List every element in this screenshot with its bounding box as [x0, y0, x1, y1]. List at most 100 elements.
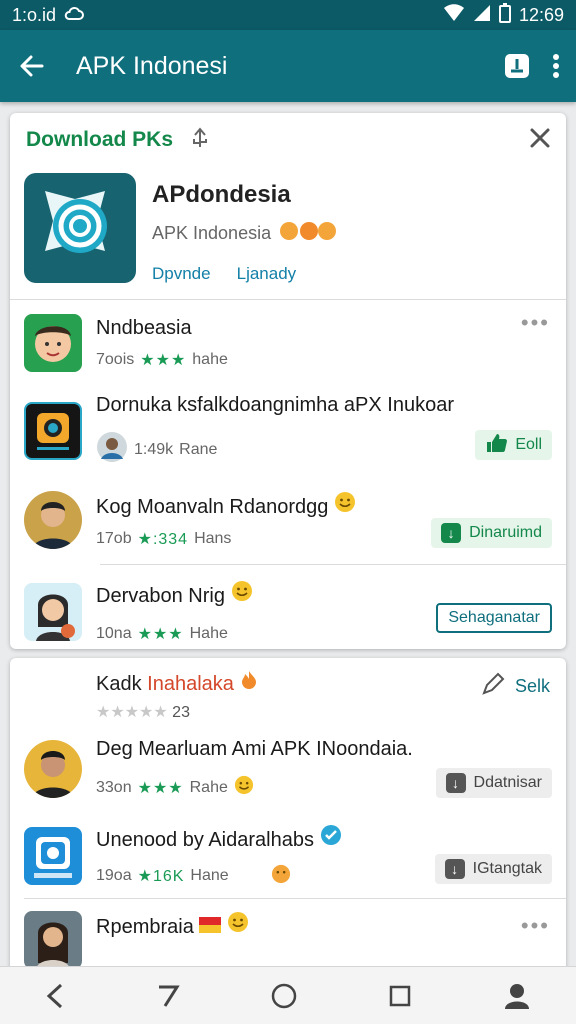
app-developer: APK Indonesia — [152, 223, 272, 243]
download-header: Download PKs — [10, 113, 566, 167]
list-item[interactable]: Kog Moanvaln Rdanordgg 17ob ★:334 Hans ↓… — [10, 476, 566, 564]
person-avatar-icon — [24, 911, 82, 969]
signal-icon — [473, 4, 491, 27]
list-item-action-button[interactable]: ↓ IGtangtak — [434, 854, 552, 884]
list-item-meta: 7oois — [96, 350, 135, 368]
download-icon: ↓ — [441, 523, 462, 543]
status-time: 12:69 — [518, 4, 564, 25]
download-icon: ↓ — [444, 859, 465, 879]
smile-emoji-icon — [227, 912, 249, 938]
more-options-icon[interactable]: ••• — [521, 310, 550, 336]
app-link-1[interactable]: Dpvnde — [152, 264, 211, 284]
share-icon[interactable] — [502, 51, 532, 81]
app-link-2[interactable]: Ljanady — [237, 264, 297, 284]
list-item-action-label: Eoll — [515, 436, 542, 453]
more-options-icon[interactable]: ••• — [521, 913, 550, 939]
list-item-title: Kog Moanvaln Rdanordgg — [96, 491, 356, 519]
app-logo-icon — [24, 173, 136, 283]
download-icon: ↓ — [445, 773, 466, 793]
star-rating-icon: ★16K — [137, 868, 185, 885]
list-item[interactable]: Deg Mearluam Ami APK INoondaia. 33on ★★★… — [10, 724, 566, 814]
list-item-meta: 1:49k — [134, 440, 174, 458]
nav-home-icon[interactable] — [270, 982, 298, 1010]
list-item[interactable]: Dervabon Nrig 10na ★★★ Hahe Sehaganatar — [10, 565, 566, 649]
star-rating-icon: ★★★ — [137, 779, 184, 797]
status-bar: 1:o.id 12:69 — [0, 0, 576, 30]
list-item-action-label: IGtangtak — [472, 860, 542, 877]
star-rating-icon: ★★★ — [137, 626, 184, 643]
wifi-icon — [443, 3, 465, 27]
page-title: APK Indonesi — [76, 51, 228, 80]
flame-icon — [239, 671, 259, 695]
section-title-part2: Inahalaka — [147, 673, 234, 695]
nav-seven-icon[interactable] — [156, 984, 180, 1008]
nav-back-icon[interactable] — [45, 983, 65, 1009]
list-item-tag: Hane — [190, 867, 229, 884]
usb-icon — [189, 126, 211, 154]
list-item-meta: 19oa — [96, 867, 132, 884]
flag-icon — [199, 916, 227, 938]
verified-badge-icon — [320, 824, 342, 851]
app-bar: APK Indonesi — [0, 30, 576, 102]
edit-label: Selk — [514, 676, 550, 696]
list-item-title: Rpembraia — [96, 911, 249, 939]
overflow-menu-icon[interactable] — [552, 53, 560, 79]
person-avatar-icon — [24, 740, 82, 798]
app-name: APdondesia — [152, 181, 291, 208]
section-rating-count: 23 — [172, 704, 190, 721]
list-item-tag: Hahe — [189, 625, 228, 642]
list-item-tag: Rane — [179, 440, 218, 458]
star-rating-icon: ★★★ — [140, 351, 187, 369]
list-item-title: Dervabon Nrig — [96, 580, 253, 608]
battery-icon — [498, 2, 511, 28]
back-arrow-icon[interactable] — [0, 30, 64, 102]
section-rating-stars: ★★★★★ — [96, 704, 168, 721]
list-item-title-text: Unenood by Aidaralhabs — [96, 828, 314, 851]
emoji-icon — [279, 221, 337, 246]
list-item-tag: hahe — [192, 350, 228, 368]
app-thumb-icon — [24, 402, 82, 460]
list-item-title-text: Kog Moanvaln Rdanordgg — [96, 496, 329, 518]
section-title-part1: Kadk — [96, 673, 142, 695]
list-item-meta: 33on — [96, 778, 132, 796]
person-avatar-icon — [24, 491, 82, 549]
list-item-title: Nndbeasia — [96, 316, 192, 339]
list-item[interactable]: Unenood by Aidaralhabs 19oa ★16K Hane ↓ … — [10, 814, 566, 898]
emoji-icon — [271, 864, 291, 889]
download-title: Download PKs — [26, 128, 174, 151]
list-item-title-text: Rpembraia — [96, 916, 194, 938]
cartoon-avatar-icon — [24, 583, 82, 641]
star-rating-icon: ★:334 — [137, 531, 189, 548]
list-item-meta: 10na — [96, 625, 132, 642]
small-avatar-icon — [96, 431, 128, 468]
list-item-action-button[interactable]: ↓ Dinaruimd — [431, 518, 552, 548]
list-item-title: Unenood by Aidaralhabs — [96, 824, 342, 852]
list-item-action-button[interactable]: Eoll — [475, 430, 552, 460]
pencil-icon — [481, 672, 505, 701]
list-item-title: Deg Mearluam Ami APK INoondaia. — [96, 738, 413, 760]
list-item-title: Dornuka ksfalkdoangnimha aPX Inukoar — [96, 394, 454, 416]
status-left-text: 1:o.id — [12, 4, 57, 25]
cloud-icon — [64, 5, 85, 26]
system-nav-bar — [0, 966, 576, 1024]
section-header: Kadk Inahalaka ★★★★★ 23 Selk — [10, 658, 566, 724]
list-item[interactable]: Nndbeasia 7oois ★★★ hahe ••• — [10, 300, 566, 386]
smile-emoji-icon — [231, 581, 253, 607]
thumbs-up-icon — [485, 433, 508, 458]
nav-recents-icon[interactable] — [388, 984, 412, 1008]
smile-emoji-icon — [334, 492, 356, 518]
list-item-action-label: Ddatnisar — [473, 774, 542, 791]
apps-section-card: Kadk Inahalaka ★★★★★ 23 Selk Deg Mearlua… — [10, 658, 566, 978]
list-item-title-text: Dervabon Nrig — [96, 585, 225, 607]
smile-emoji-icon — [234, 775, 254, 800]
list-item[interactable]: Dornuka ksfalkdoangnimha aPX Inukoar 1:4… — [10, 386, 566, 476]
app-thumb-icon — [24, 827, 82, 885]
featured-app[interactable]: APdondesia APK Indonesia Dpvnde Ljanady — [10, 167, 566, 299]
list-item-tag: Hans — [194, 530, 232, 547]
list-item-action-button[interactable]: Sehaganatar — [436, 603, 552, 633]
close-icon[interactable] — [528, 126, 552, 150]
list-item-action-button[interactable]: ↓ Ddatnisar — [435, 768, 552, 798]
edit-button[interactable]: Selk — [481, 672, 550, 701]
nav-profile-icon[interactable] — [503, 982, 531, 1010]
face-avatar-icon — [24, 314, 82, 372]
